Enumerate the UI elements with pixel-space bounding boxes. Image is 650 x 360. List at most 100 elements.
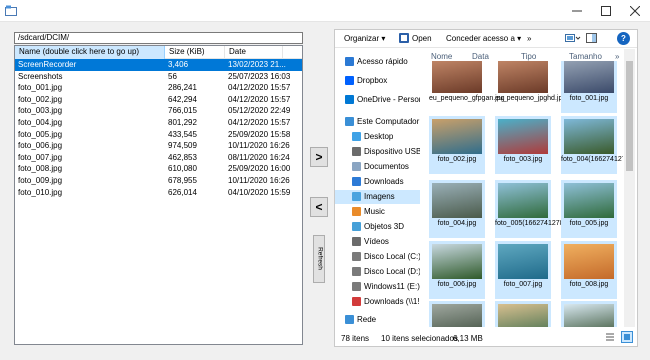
nav-item-label: Dispositivo USB	[364, 147, 420, 156]
table-row[interactable]: foto_010.jpg 626,014 04/10/2020 15:59	[15, 187, 302, 199]
cell-name: foto_007.jpg	[18, 152, 63, 162]
nav-item[interactable]: Dispositivo USB	[335, 145, 420, 159]
thumbnail-caption: foto_008.jpg	[569, 281, 609, 288]
nav-item[interactable]: Objetos 3D	[335, 220, 420, 234]
thumbnail-tile[interactable]: foto_009.jpg	[429, 301, 485, 327]
maximize-icon[interactable]	[591, 0, 621, 22]
desktop-icon	[352, 132, 361, 141]
thumbnail-tile[interactable]: eu_pequeno_jpghd.jpg	[495, 61, 566, 113]
col-tipo[interactable]: Tipo	[521, 52, 536, 61]
copy-to-pc-button[interactable]: >	[310, 147, 328, 167]
thumbnail-tile[interactable]: foto_004.jpg	[429, 180, 485, 238]
thumbnail-tile[interactable]: foto_008.jpg	[561, 241, 617, 299]
column-name-header[interactable]: Name (double click here to go up)	[15, 46, 165, 59]
nav-item-label: Rede	[357, 315, 377, 324]
help-icon[interactable]: ?	[617, 32, 630, 45]
refresh-button[interactable]: Refresh	[313, 235, 325, 283]
nav-item[interactable]: Rede	[335, 313, 420, 327]
image-thumbnail	[564, 183, 614, 218]
nav-item-label: Imagens	[364, 192, 395, 201]
nav-item-label: Desktop	[364, 132, 394, 141]
nav-item[interactable]: Este Computador	[335, 115, 420, 129]
share-menu[interactable]: Conceder acesso a ▾	[446, 34, 521, 43]
thumbnail-tile[interactable]: foto_003.jpg	[495, 116, 551, 174]
cell-date: 04/10/2020 15:59	[228, 187, 291, 197]
cell-date: 08/11/2020 16:24	[228, 152, 290, 162]
view-options-icon[interactable]	[565, 33, 581, 45]
thumbnail-tile[interactable]: eu_pequeno_gfpgan.jpg	[429, 61, 505, 113]
objects-3d-icon	[352, 222, 361, 231]
open-icon	[399, 33, 409, 45]
table-row[interactable]: foto_008.jpg 610,080 25/09/2020 16:00	[15, 163, 302, 175]
close-icon[interactable]	[620, 0, 650, 22]
nav-item[interactable]: OneDrive - Person	[335, 93, 420, 107]
col-nome[interactable]: Nome	[431, 52, 452, 61]
thumbnail-tile[interactable]: foto_002.jpg	[429, 116, 485, 174]
scrollbar-thumb[interactable]	[626, 61, 633, 171]
status-bar: 78 itens 10 itens selecionados 6,13 MB	[335, 329, 637, 346]
more-commands-button[interactable]: »	[527, 34, 531, 43]
nav-item[interactable]: Windows11 (E:)	[335, 280, 420, 294]
nav-item-label: Acesso rápido	[357, 57, 408, 66]
thumbnail-tile[interactable]: foto_011.jpg	[561, 301, 617, 327]
thumbnail-tile[interactable]: foto_001.jpg	[561, 61, 617, 113]
vertical-scrollbar[interactable]	[624, 49, 635, 327]
thumbnail-tile[interactable]: foto_004(1662741278).jpg	[561, 116, 623, 174]
nav-item[interactable]: Downloads (\\1!	[335, 295, 420, 309]
cell-name: foto_003.jpg	[18, 106, 63, 116]
column-size-header[interactable]: Size (KiB)	[165, 46, 225, 59]
table-row[interactable]: foto_006.jpg 974,509 10/11/2020 16:26	[15, 140, 302, 152]
minimize-icon[interactable]	[562, 0, 592, 22]
thumbnail-grid[interactable]: eu_pequeno_gfpgan.jpg eu_pequeno_jpghd.jp…	[427, 61, 623, 327]
dropbox-icon	[345, 76, 354, 85]
nav-item[interactable]: Vídeos	[335, 235, 420, 249]
music-icon	[352, 207, 361, 216]
thumbnail-tile[interactable]: foto_006.jpg	[429, 241, 485, 299]
nav-item[interactable]: Imagens	[335, 190, 420, 204]
table-row[interactable]: foto_002.jpg 642,294 04/12/2020 15:57	[15, 94, 302, 106]
table-row[interactable]: foto_003.jpg 766,015 05/12/2020 22:49	[15, 105, 302, 117]
drive-icon	[352, 267, 361, 276]
copy-to-device-button[interactable]: <	[310, 197, 328, 217]
image-thumbnail	[498, 119, 548, 154]
image-thumbnail	[432, 183, 482, 218]
col-data[interactable]: Data	[472, 52, 489, 61]
thumbnail-caption: foto_002.jpg	[437, 156, 477, 163]
nav-item[interactable]: Documentos	[335, 160, 420, 174]
table-row[interactable]: foto_007.jpg 462,853 08/11/2020 16:24	[15, 152, 302, 164]
cell-date: 05/12/2020 22:49	[228, 106, 291, 116]
col-tamanho[interactable]: Tamanho	[569, 52, 602, 61]
thumbnails-view-icon[interactable]	[621, 331, 633, 345]
cell-date: 10/11/2020 16:26	[228, 141, 290, 151]
table-row[interactable]: Screenshots 56 25/07/2023 16:03	[15, 71, 302, 83]
cell-name: foto_010.jpg	[18, 187, 63, 197]
table-row[interactable]: foto_009.jpg 678,955 10/11/2020 16:26	[15, 175, 302, 187]
columns-more-icon[interactable]: »	[615, 52, 619, 61]
image-thumbnail	[432, 61, 482, 93]
nav-item[interactable]: Downloads	[335, 175, 420, 189]
thumbnail-tile[interactable]: foto_010.jpg	[495, 301, 551, 327]
nav-item[interactable]: Disco Local (D:)	[335, 265, 420, 279]
nav-item[interactable]: Desktop	[335, 130, 420, 144]
nav-item[interactable]: Dropbox	[335, 74, 420, 88]
nav-item[interactable]: Disco Local (C:)	[335, 250, 420, 264]
preview-pane-icon[interactable]	[586, 33, 597, 45]
thumbnail-tile[interactable]: foto_005(1662741278).jpg	[495, 180, 577, 238]
cell-size: 610,080	[168, 164, 197, 174]
open-button[interactable]: Open	[412, 34, 432, 43]
thumbnail-tile[interactable]: foto_005.jpg	[561, 180, 617, 238]
column-date-header[interactable]: Date	[225, 46, 283, 59]
table-row[interactable]: foto_001.jpg 286,241 04/12/2020 15:57	[15, 82, 302, 94]
organize-menu[interactable]: Organizar ▾	[344, 34, 385, 43]
table-row[interactable]: ScreenRecorder 3,406 13/02/2023 21...	[15, 59, 302, 71]
cell-size: 286,241	[168, 83, 197, 93]
path-input[interactable]: /sdcard/DCIM/	[14, 32, 303, 44]
cell-size: 3,406	[168, 60, 189, 69]
thumbnail-tile[interactable]: foto_007.jpg	[495, 241, 551, 299]
nav-item[interactable]: Music	[335, 205, 420, 219]
table-row[interactable]: foto_004.jpg 801,292 04/12/2020 15:57	[15, 117, 302, 129]
table-row[interactable]: foto_005.jpg 433,545 25/09/2020 15:58	[15, 129, 302, 141]
details-view-icon[interactable]	[605, 332, 615, 344]
nav-item[interactable]: Acesso rápido	[335, 55, 420, 69]
device-file-table[interactable]: Name (double click here to go up) Size (…	[14, 45, 303, 345]
